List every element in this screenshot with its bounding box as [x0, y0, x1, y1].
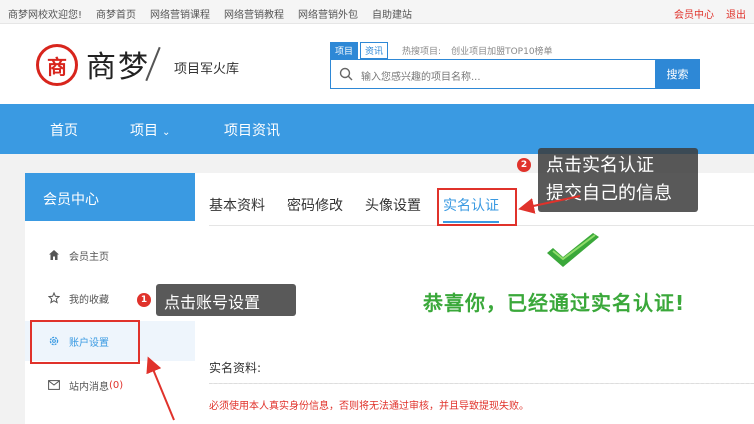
home-icon	[47, 248, 61, 262]
callout-step-2: 点击实名认证 提交自己的信息	[538, 148, 698, 212]
logo-seal-char: 商	[47, 54, 67, 79]
search-tabs: 项目 资讯 热搜项目: 创业项目加盟TOP10榜单	[330, 42, 553, 59]
top-link-outsourcing[interactable]: 网络营销外包	[298, 6, 358, 21]
sidebar-item-label: 会员主页	[69, 251, 109, 263]
top-links: 商梦网校欢迎您! 商梦首页 网络营销课程 网络营销教程 网络营销外包 自助建站	[8, 6, 412, 21]
chevron-down-icon: ⌄	[162, 127, 171, 138]
sidebar-title: 会员中心	[25, 173, 195, 221]
hot-search-label: 热搜项目: 创业项目加盟TOP10榜单	[402, 47, 553, 57]
tab-avatar[interactable]: 头像设置	[365, 195, 421, 223]
top-link-courses[interactable]: 网络营销课程	[150, 6, 210, 21]
sidebar-item-label: 我的收藏	[69, 294, 109, 306]
verification-success-message: 恭喜你，已经通过实名认证!	[423, 291, 686, 315]
search-placeholder: 输入您感兴趣的项目名称...	[361, 72, 481, 83]
search-tab-project[interactable]: 项目	[330, 42, 359, 59]
nav-project-news[interactable]: 项目资讯	[224, 120, 280, 140]
nav-home[interactable]: 首页	[50, 120, 78, 140]
main-nav: 首页 项目 ⌄ 项目资讯	[0, 104, 754, 154]
top-user-links: 会员中心 退出	[674, 6, 746, 21]
callout-step-1-text: 点击账号设置	[164, 293, 261, 312]
highlight-account-settings	[30, 320, 140, 364]
search-input[interactable]: 输入您感兴趣的项目名称...	[330, 59, 700, 89]
star-icon	[47, 291, 61, 305]
step-badge-1: 1	[137, 293, 151, 307]
logo-subtitle: 项目军火库	[174, 62, 240, 77]
search-tab-news[interactable]: 资讯	[360, 42, 389, 59]
search-icon	[339, 67, 353, 81]
identity-warning: 必须使用本人真实身份信息，否则将无法通过审核，并且导致提现失败。	[209, 401, 529, 412]
logout-link[interactable]: 退出	[726, 6, 746, 21]
top-link-home[interactable]: 商梦首页	[96, 6, 136, 21]
mail-icon	[47, 378, 61, 392]
welcome-text: 商梦网校欢迎您!	[8, 10, 83, 21]
member-center-link[interactable]: 会员中心	[674, 6, 714, 21]
search-button[interactable]: 搜索	[655, 59, 700, 89]
real-name-info-label: 实名资料:	[209, 361, 262, 375]
highlight-real-name-tab	[437, 188, 517, 226]
callout-step-2-line1: 点击实名认证	[546, 155, 654, 176]
hot-search-item[interactable]: 创业项目加盟TOP10榜单	[451, 47, 552, 57]
checkmark-icon	[547, 233, 599, 267]
message-count: (0)	[109, 379, 124, 391]
step-badge-2: 2	[517, 158, 531, 172]
sidebar-item-member-home[interactable]: 会员主页	[25, 235, 195, 275]
nav-projects[interactable]: 项目 ⌄	[130, 120, 170, 140]
tab-basic-info[interactable]: 基本资料	[209, 195, 265, 223]
site-header: 商 商梦 项目军火库 项目 资讯 热搜项目: 创业项目加盟TOP10榜单 输入您感…	[0, 24, 754, 104]
top-link-site-builder[interactable]: 自助建站	[372, 6, 412, 21]
callout-step-2-line2: 提交自己的信息	[546, 183, 672, 204]
sidebar-item-label: 站内消息	[69, 381, 109, 393]
tab-password[interactable]: 密码修改	[287, 195, 343, 223]
top-strip: 商梦网校欢迎您! 商梦首页 网络营销课程 网络营销教程 网络营销外包 自助建站 …	[0, 0, 754, 24]
logo-seal[interactable]: 商	[36, 44, 78, 86]
info-divider	[209, 383, 754, 384]
sidebar-item-messages[interactable]: 站内消息 (0)	[25, 365, 195, 405]
callout-step-1: 点击账号设置	[156, 284, 296, 316]
logo-text[interactable]: 商梦	[86, 42, 150, 86]
top-link-tutorials[interactable]: 网络营销教程	[224, 6, 284, 21]
